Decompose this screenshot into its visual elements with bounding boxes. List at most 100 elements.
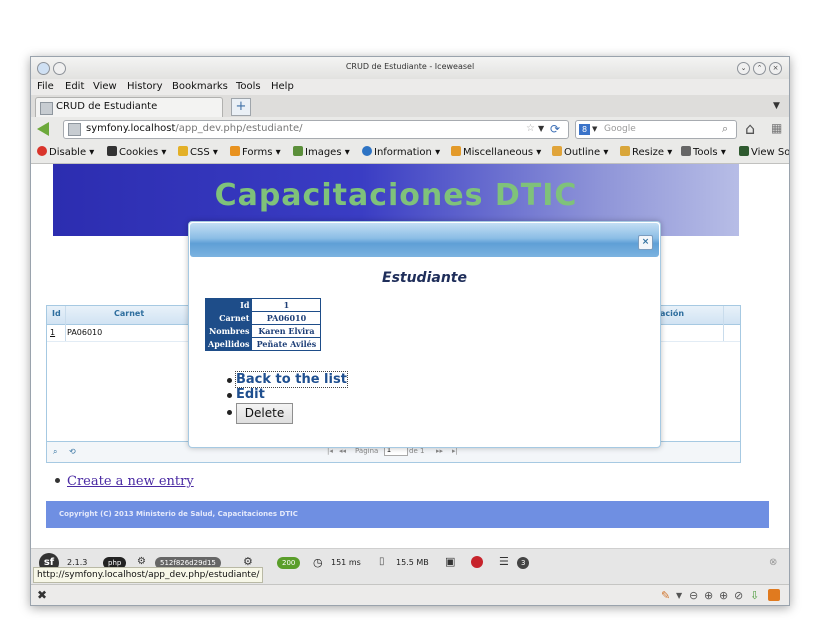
column-header-id[interactable]: Id [52,309,61,318]
student-dialog: × Estudiante Id 1 Carnet PA06010 Nombres… [188,221,661,448]
window-title: CRUD de Estudiante - Iceweasel [345,62,475,71]
minimize-icon[interactable]: ⌄ [737,62,750,75]
create-entry-link[interactable]: Create a new entry [55,474,194,489]
firebug-icon[interactable] [768,589,780,601]
tab-bar: CRUD de Estudiante + ▼ [31,95,789,118]
wd-cookies[interactable]: Cookies ▾ [107,146,166,158]
wd-images[interactable]: Images ▾ [293,146,350,158]
menu-file[interactable]: File [37,81,54,92]
menu-bookmarks[interactable]: Bookmarks [172,81,228,92]
outline-icon [552,146,562,156]
new-tab-button[interactable]: + [231,98,251,116]
back-to-list-link[interactable]: Back to the list [227,371,348,388]
tab-crud-estudiante[interactable]: CRUD de Estudiante [35,97,223,117]
page-content: Capacitaciones DTIC Id Carnet ación 1 PA… [31,164,789,548]
logs-icon[interactable] [471,556,483,568]
menu-tools[interactable]: Tools [236,81,261,92]
wd-view-source[interactable]: View So [739,146,789,158]
record-value: PA06010 [251,311,322,325]
search-grid-icon[interactable]: ⌕ [53,447,57,457]
database-icon[interactable]: ☰ [499,555,509,568]
reload-icon[interactable]: ⟳ [550,122,560,136]
record-row: Apellidos Peñate Avilés [204,337,322,351]
record-value: Peñate Avilés [251,337,322,351]
column-divider [723,306,724,341]
wd-css[interactable]: CSS ▾ [178,146,218,158]
zoom-out-icon[interactable]: ⊖ [689,589,698,602]
prev-page-icon[interactable]: ◂◂ [339,447,346,455]
wd-information[interactable]: Information ▾ [362,146,440,158]
grid-icon[interactable]: ▦ [771,121,782,135]
miscellaneous-icon [451,146,461,156]
cell-carnet: PA06010 [67,328,103,337]
next-page-icon[interactable]: ▸▸ [436,447,443,455]
dialog-titlebar[interactable]: × [190,223,659,257]
page-of-label: de 1 [409,447,425,455]
address-text[interactable]: symfony.localhost/app_dev.php/estudiante… [86,123,302,134]
status-url: http://symfony.localhost/app_dev.php/est… [33,567,264,583]
symfony-version[interactable]: 2.1.3 [67,558,87,567]
wd-forms[interactable]: Forms ▾ [230,146,281,158]
adjust-icon[interactable]: ⊘ [734,589,743,602]
edit-link[interactable]: Edit [227,387,265,402]
tab-list-icon[interactable]: ▼ [773,101,780,111]
search-bar[interactable]: 8 ▼ Google ⌕ [575,120,737,139]
close-toolbar-icon[interactable]: ⊗ [769,557,777,568]
page-footer: Copyright (C) 2013 Ministerio de Salud, … [46,501,769,528]
last-page-icon[interactable]: ▸| [452,447,458,455]
addon-bar: ✖ ✎ ▼ ⊖ ⊕ ⊕ ⊘ ⇩ [31,584,789,605]
delete-button[interactable]: Delete [236,403,293,424]
zoom-reset-icon[interactable]: ⊕ [719,589,728,602]
wd-miscellaneous[interactable]: Miscellaneous ▾ [451,146,541,158]
home-icon[interactable]: ⌂ [745,119,755,138]
queries-badge[interactable]: 3 [517,557,530,569]
wd-resize[interactable]: Resize ▾ [620,146,672,158]
addon-dropdown-icon[interactable]: ▼ [676,591,682,600]
column-header-acciones[interactable]: ación [660,309,684,318]
back-icon[interactable] [37,122,49,136]
memory-icon: ▯ [379,556,385,567]
tab-label: CRUD de Estudiante [56,101,158,112]
disable-icon [37,146,47,156]
copyright-text: Copyright (C) 2013 Ministerio de Salud, … [59,510,298,518]
site-identity-icon[interactable] [68,123,81,136]
zoom-in-icon[interactable]: ⊕ [704,589,713,602]
wd-outline[interactable]: Outline ▾ [552,146,608,158]
first-page-icon[interactable]: |◂ [327,447,333,455]
search-input[interactable]: Google [604,124,636,134]
banner-heading: Capacitaciones DTIC [214,178,578,213]
bullet [227,393,232,398]
search-engine-icon[interactable]: 8 [579,124,590,135]
view-source-icon [739,146,749,156]
record-row: Nombres Karen Elvira [204,324,322,338]
history-dropdown-icon[interactable]: ▼ [538,124,544,133]
menu-edit[interactable]: Edit [65,81,84,92]
student-record-table: Id 1 Carnet PA06010 Nombres Karen Elvira… [204,298,322,351]
bullet [227,378,232,383]
security-icon[interactable]: ▣ [445,555,455,568]
download-icon[interactable]: ⇩ [750,589,759,602]
close-icon[interactable]: × [638,235,653,250]
refresh-grid-icon[interactable]: ⟲ [69,447,76,456]
close-addon-bar-icon[interactable]: ✖ [37,588,47,602]
wd-tools[interactable]: Tools ▾ [681,146,726,158]
close-window-icon[interactable]: × [769,62,782,75]
wd-disable[interactable]: Disable ▾ [37,146,94,158]
engine-dropdown-icon[interactable]: ▼ [592,125,597,133]
maximize-icon[interactable]: ⌃ [753,62,766,75]
menu-help[interactable]: Help [271,81,294,92]
record-label: Nombres [204,324,253,338]
request-time[interactable]: 151 ms [331,558,361,567]
search-icon[interactable]: ⌕ [722,122,728,136]
menu-view[interactable]: View [93,81,117,92]
status-code-badge[interactable]: 200 [277,557,301,569]
menu-history[interactable]: History [127,81,163,92]
cell-id[interactable]: 1 [50,328,55,337]
bookmark-star-icon[interactable]: ☆ [526,123,535,134]
tools-icon [681,146,691,156]
addon-icon[interactable]: ✎ [661,589,670,602]
memory-usage[interactable]: 15.5 MB [396,558,429,567]
address-bar[interactable]: symfony.localhost/app_dev.php/estudiante… [63,120,569,139]
css-icon [178,146,188,156]
column-header-carnet[interactable]: Carnet [114,309,144,318]
